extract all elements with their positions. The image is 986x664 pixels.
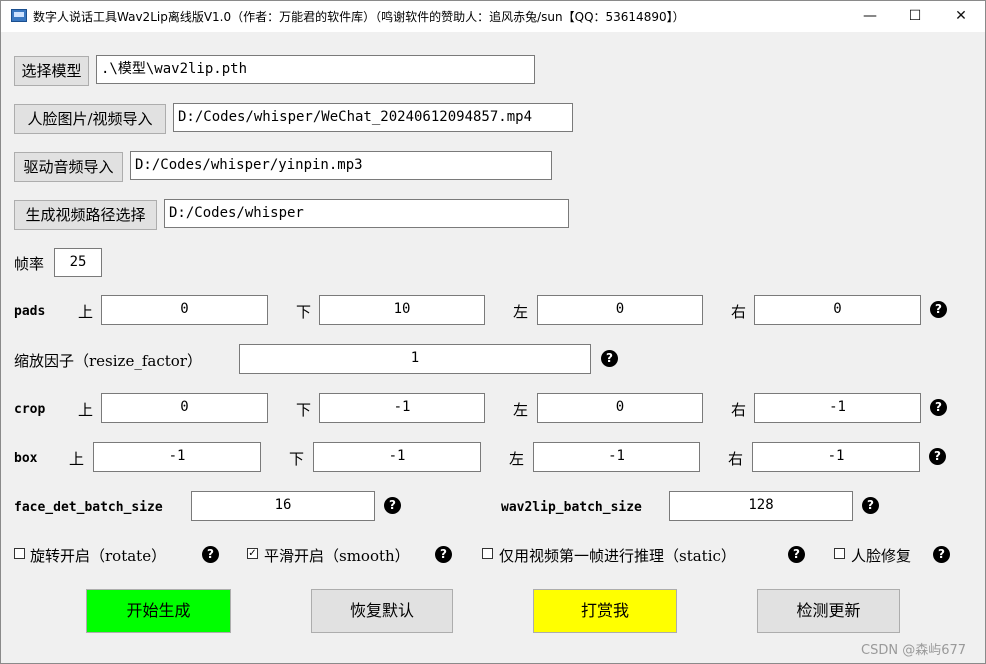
wav2lip-batch-input[interactable]: 128: [669, 491, 853, 521]
face-det-batch-label: face_det_batch_size: [14, 500, 163, 515]
face-det-batch-input[interactable]: 16: [191, 491, 375, 521]
pads-bottom-input[interactable]: 10: [319, 295, 485, 325]
output-path-button[interactable]: 生成视频路径选择: [14, 200, 157, 230]
pads-help-icon[interactable]: ?: [930, 301, 947, 318]
crop-right-input[interactable]: -1: [754, 393, 921, 423]
box-top-label: 上: [69, 450, 85, 468]
face-restore-checkbox[interactable]: [834, 548, 845, 559]
rotate-help-icon[interactable]: ?: [202, 546, 219, 563]
box-bottom-label: 下: [289, 450, 305, 468]
start-generate-button[interactable]: 开始生成: [86, 589, 231, 633]
app-window: 数字人说话工具Wav2Lip离线版V1.0（作者：万能君的软件库）（鸣谢软件的赞…: [0, 0, 986, 664]
face-restore-help-icon[interactable]: ?: [933, 546, 950, 563]
window-title: 数字人说话工具Wav2Lip离线版V1.0（作者：万能君的软件库）（鸣谢软件的赞…: [33, 10, 685, 24]
smooth-label[interactable]: 平滑开启（smooth）: [264, 545, 410, 566]
fps-input[interactable]: 25: [54, 248, 102, 277]
static-label[interactable]: 仅用视频第一帧进行推理（static）: [499, 545, 736, 566]
rotate-checkbox[interactable]: [14, 548, 25, 559]
face-import-button[interactable]: 人脸图片/视频导入: [14, 104, 166, 134]
face-path-input[interactable]: D:/Codes/whisper/WeChat_20240612094857.m…: [173, 103, 573, 132]
smooth-checkbox[interactable]: ✓: [247, 548, 258, 559]
resize-help-icon[interactable]: ?: [601, 350, 618, 367]
pads-right-label: 右: [731, 303, 747, 321]
face-restore-label[interactable]: 人脸修复: [851, 545, 911, 566]
box-top-input[interactable]: -1: [93, 442, 261, 472]
check-update-button[interactable]: 检测更新: [757, 589, 900, 633]
box-left-label: 左: [509, 450, 525, 468]
crop-right-label: 右: [731, 401, 747, 419]
app-icon: [11, 9, 27, 22]
tip-author-button[interactable]: 打赏我: [533, 589, 677, 633]
face-det-batch-help-icon[interactable]: ?: [384, 497, 401, 514]
box-bottom-input[interactable]: -1: [313, 442, 481, 472]
box-left-input[interactable]: -1: [533, 442, 700, 472]
crop-left-label: 左: [513, 401, 529, 419]
crop-bottom-input[interactable]: -1: [319, 393, 485, 423]
pads-bottom-label: 下: [296, 303, 312, 321]
wav2lip-batch-label: wav2lip_batch_size: [501, 500, 642, 515]
model-path-input[interactable]: .\模型\wav2lip.pth: [96, 55, 535, 84]
box-right-input[interactable]: -1: [752, 442, 920, 472]
wav2lip-batch-help-icon[interactable]: ?: [862, 497, 879, 514]
audio-path-input[interactable]: D:/Codes/whisper/yinpin.mp3: [130, 151, 552, 180]
pads-right-input[interactable]: 0: [754, 295, 921, 325]
title-bar: 数字人说话工具Wav2Lip离线版V1.0（作者：万能君的软件库）（鸣谢软件的赞…: [1, 1, 985, 32]
static-checkbox[interactable]: [482, 548, 493, 559]
crop-top-label: 上: [78, 401, 94, 419]
output-path-input[interactable]: D:/Codes/whisper: [164, 199, 569, 228]
box-label: box: [14, 451, 38, 466]
resize-input[interactable]: 1: [239, 344, 591, 374]
smooth-help-icon[interactable]: ?: [435, 546, 452, 563]
fps-label: 帧率: [14, 255, 45, 273]
crop-top-input[interactable]: 0: [101, 393, 268, 423]
watermark: CSDN @森屿677: [861, 643, 967, 658]
rotate-label[interactable]: 旋转开启（rotate）: [30, 545, 166, 566]
maximize-button[interactable]: ☐: [892, 1, 938, 32]
pads-top-label: 上: [78, 303, 94, 321]
resize-label: 缩放因子（resize_factor）: [14, 352, 202, 370]
pads-left-label: 左: [513, 303, 529, 321]
crop-help-icon[interactable]: ?: [930, 399, 947, 416]
pads-label: pads: [14, 304, 46, 319]
restore-defaults-button[interactable]: 恢复默认: [311, 589, 453, 633]
minimize-button[interactable]: —: [847, 1, 893, 32]
close-button[interactable]: ✕: [938, 1, 984, 32]
select-model-button[interactable]: 选择模型: [14, 56, 89, 86]
static-help-icon[interactable]: ?: [788, 546, 805, 563]
pads-top-input[interactable]: 0: [101, 295, 268, 325]
audio-import-button[interactable]: 驱动音频导入: [14, 152, 123, 182]
box-right-label: 右: [728, 450, 744, 468]
box-help-icon[interactable]: ?: [929, 448, 946, 465]
crop-label: crop: [14, 402, 46, 417]
crop-left-input[interactable]: 0: [537, 393, 703, 423]
pads-left-input[interactable]: 0: [537, 295, 703, 325]
crop-bottom-label: 下: [296, 401, 312, 419]
